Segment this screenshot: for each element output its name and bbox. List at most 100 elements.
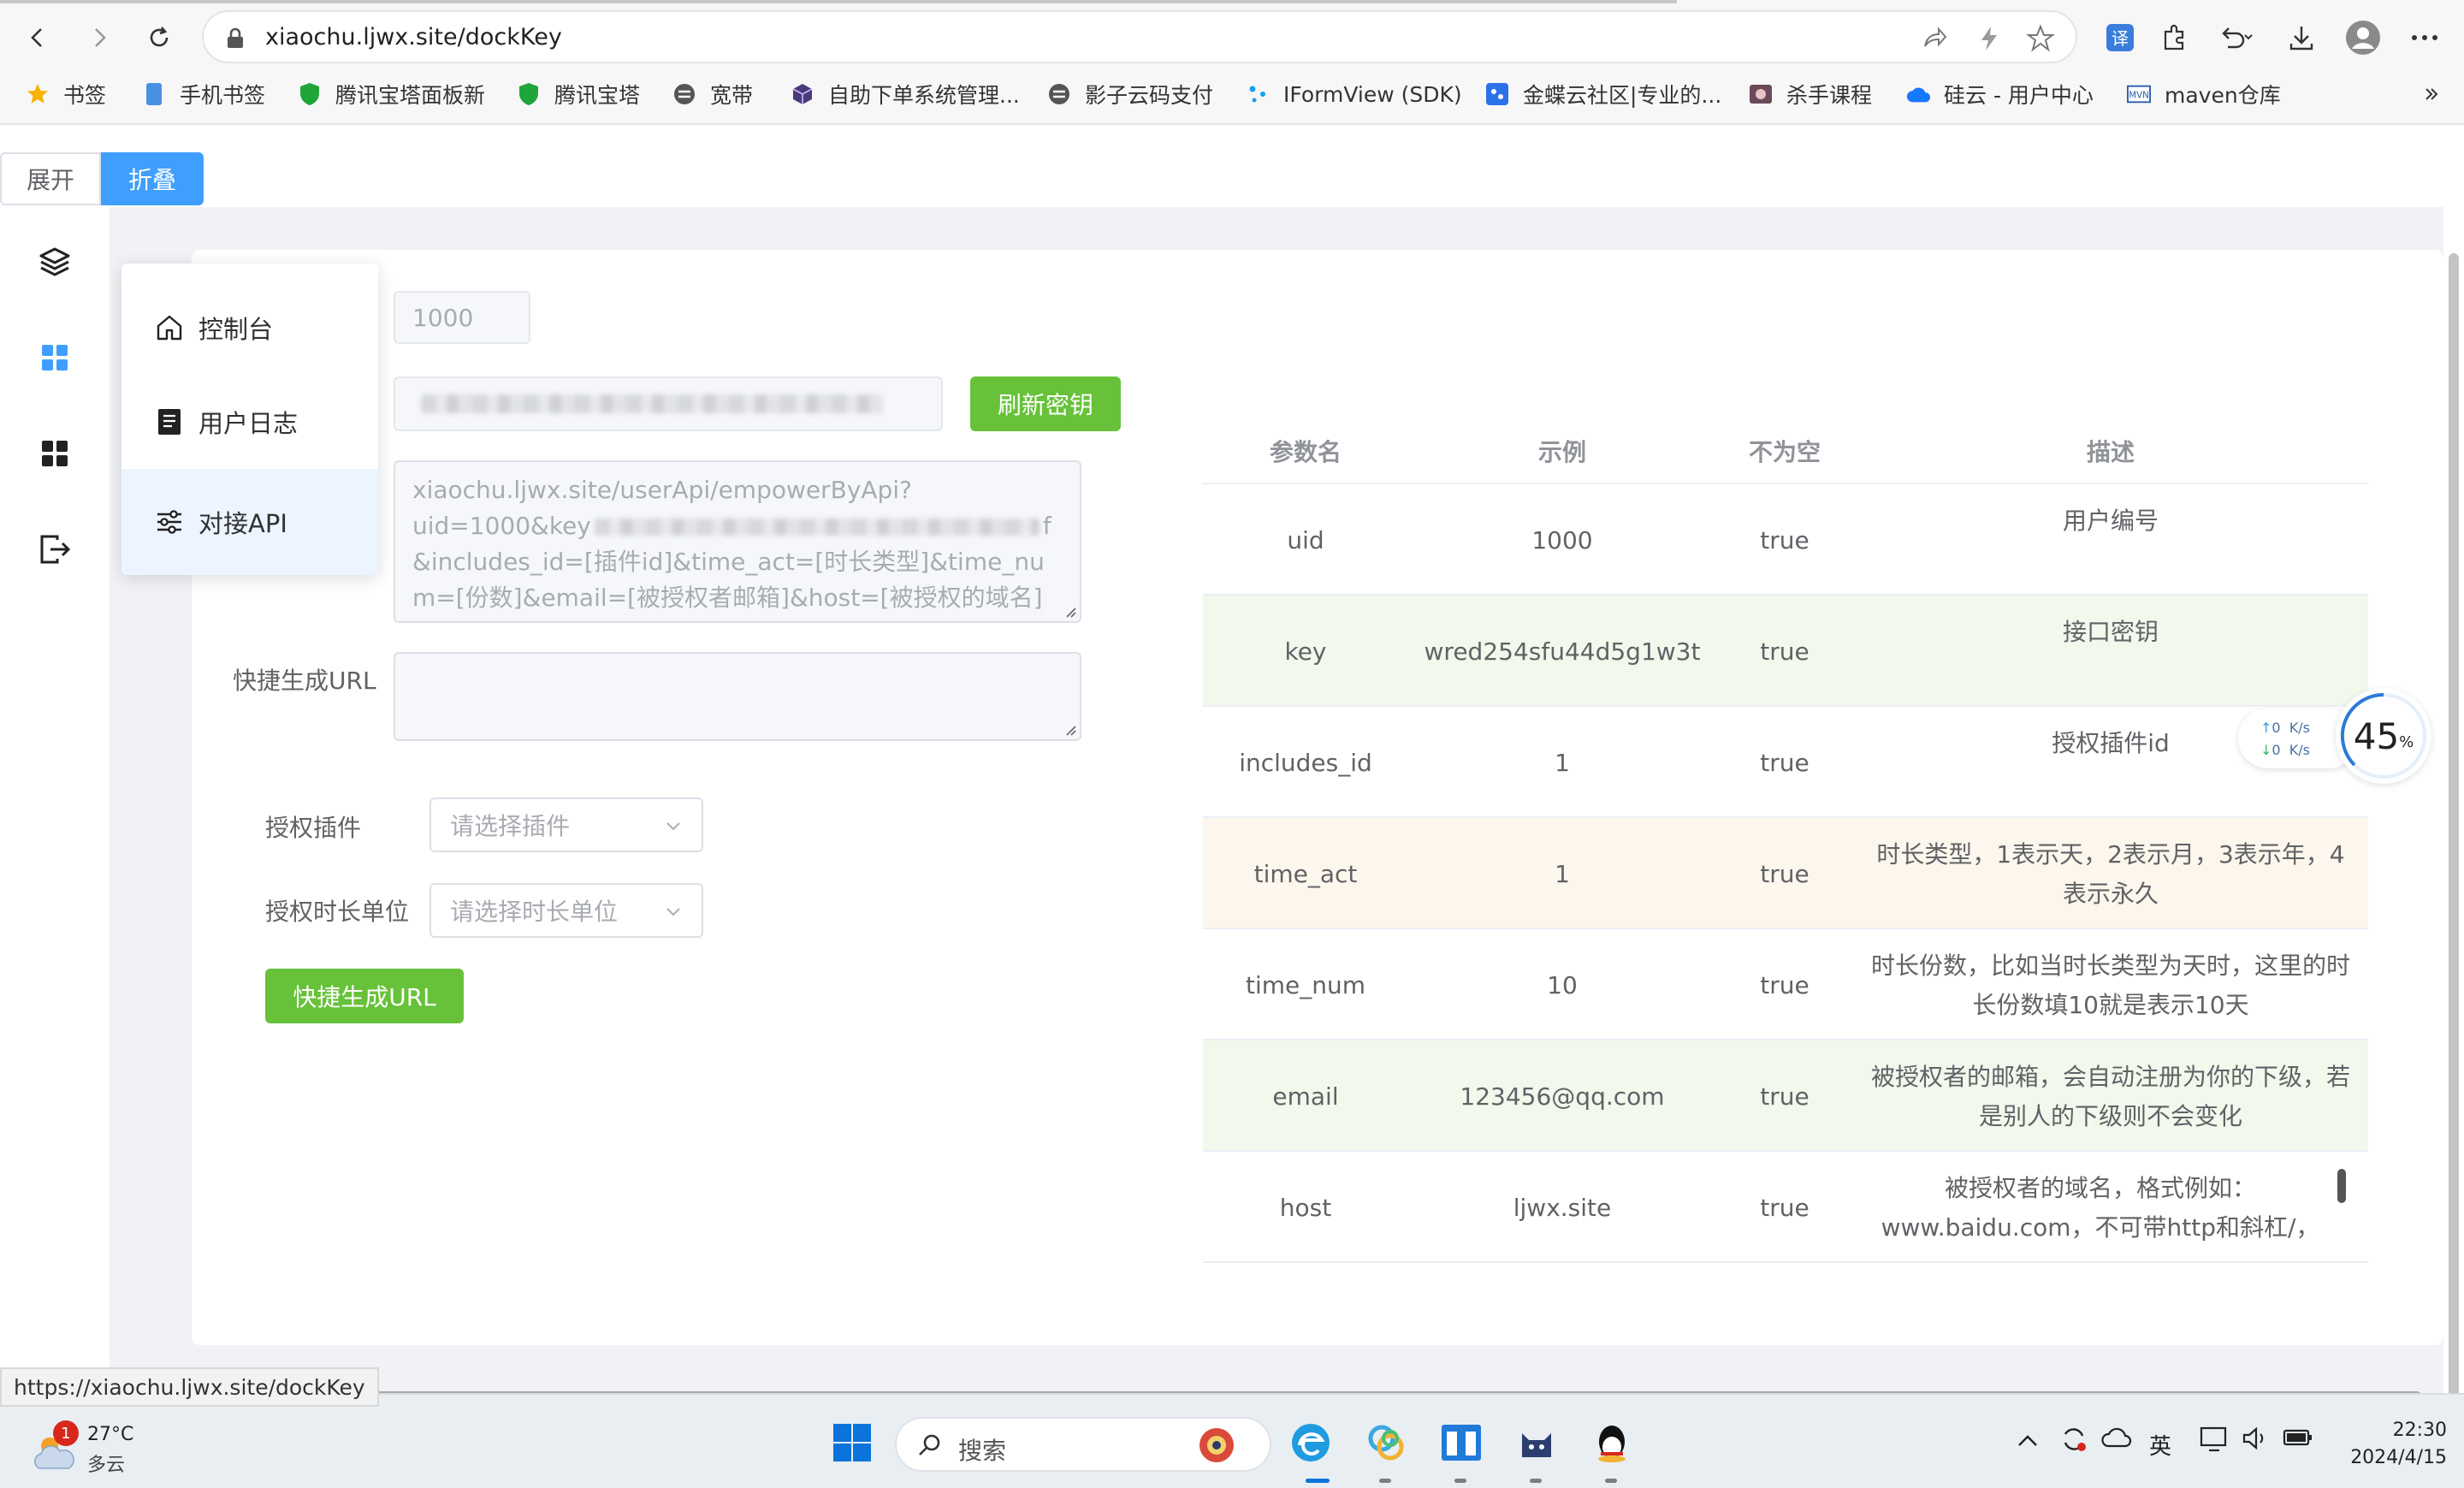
weather-widget[interactable]: 1 27°C 多云 — [31, 1420, 168, 1480]
bookmark-item[interactable]: 杀手课程 — [1749, 75, 1872, 113]
sync-icon[interactable] — [2058, 1424, 2089, 1461]
bookmark-item[interactable]: 硅云 - 用户中心 — [1906, 75, 2094, 113]
vertical-scrollbar[interactable] — [2449, 253, 2459, 1468]
qq-icon[interactable] — [1586, 1417, 1638, 1468]
cell-desc: 时长类型，1表示天，2表示月，3表示年，4表示永久 — [1876, 840, 2345, 908]
edge-browser-icon[interactable] — [1285, 1417, 1336, 1468]
memory-usage-gauge: 45% — [2336, 688, 2431, 784]
grid-blue-icon[interactable] — [34, 337, 75, 378]
search-icon — [919, 1434, 940, 1455]
bookmark-item[interactable]: 腾讯宝塔 — [517, 75, 640, 113]
resize-handle-icon[interactable] — [1063, 722, 1076, 736]
tray-overflow-icon[interactable] — [2016, 1429, 2040, 1455]
table-header: 参数名 示例 不为空 描述 — [1203, 418, 2368, 484]
menu-item-api[interactable]: 对接API — [121, 469, 378, 575]
plugin-label: 授权插件 — [265, 814, 362, 842]
resize-handle-icon[interactable] — [1063, 604, 1076, 618]
translate-icon[interactable]: 译 — [2098, 15, 2142, 60]
battery-icon[interactable] — [2283, 1427, 2313, 1454]
profile-avatar-icon[interactable] — [2341, 15, 2385, 60]
status-bar-url: https://xiaochu.ljwx.site/dockKey — [0, 1367, 379, 1407]
bookmark-item[interactable]: IFormView (SDK) — [1246, 75, 1462, 113]
bookmark-item[interactable]: 手机书签 — [142, 75, 265, 113]
lightning-icon[interactable] — [1975, 24, 2004, 53]
browser-toolbar: xiaochu.ljwx.site/dockKey 译 书签 手机书签 腾讯宝塔… — [0, 0, 2464, 125]
cell-scrollbar[interactable] — [2337, 1169, 2346, 1203]
reload-icon[interactable] — [137, 15, 181, 60]
table-row: email 123456@qq.com true 被授权者的邮箱，会自动注册为你… — [1203, 1040, 2368, 1152]
back-icon[interactable] — [15, 15, 60, 60]
menu-item-dashboard[interactable]: 控制台 — [121, 281, 378, 375]
bookmark-item[interactable]: 书签 — [26, 75, 106, 113]
bookmark-item[interactable]: 宽带 — [672, 75, 753, 113]
cell-not-null: true — [1760, 748, 1810, 777]
browser-app-icon[interactable] — [1360, 1417, 1412, 1468]
weather-description: 多云 — [87, 1455, 126, 1476]
extensions-icon[interactable] — [2153, 15, 2197, 60]
running-indicator — [1605, 1479, 1617, 1483]
collapse-button[interactable]: 折叠 — [101, 152, 204, 205]
api-url-params: includes_id=[插件id]&time_act=[时长类型]&time_… — [412, 548, 1045, 612]
cube-icon — [791, 82, 814, 106]
layers-icon[interactable] — [34, 241, 75, 282]
expand-button[interactable]: 展开 — [0, 152, 101, 205]
cell-not-null: true — [1760, 637, 1810, 666]
system-clock[interactable]: 22:30 2024/4/15 — [2327, 1417, 2447, 1472]
bookmark-item[interactable]: MVN maven仓库 — [2127, 75, 2281, 113]
cell-desc: 时长份数，比如当时长类型为天时，这里的时长份数填10就是表示10天 — [1870, 951, 2350, 1019]
address-bar[interactable]: xiaochu.ljwx.site/dockKey — [202, 10, 2077, 63]
quick-url-textarea[interactable] — [394, 652, 1081, 741]
cell-example: 1000 — [1531, 525, 1593, 554]
svg-text:译: 译 — [2112, 28, 2129, 49]
bookmark-item[interactable]: 腾讯宝塔面板新 — [298, 75, 485, 113]
history-back-icon[interactable] — [2214, 15, 2259, 60]
cell-not-null: true — [1760, 1193, 1810, 1222]
header-not-null: 不为空 — [1748, 438, 1821, 466]
lock-icon[interactable] — [226, 27, 245, 53]
table-row: key wred254sfu44d5g1w3t true 接口密钥 — [1203, 596, 2368, 707]
download-icon[interactable] — [2279, 15, 2324, 60]
more-menu-icon[interactable] — [2402, 15, 2447, 60]
windows-start-icon[interactable] — [826, 1417, 878, 1468]
taskbar-search[interactable]: 搜索 — [895, 1417, 1271, 1472]
onedrive-icon[interactable] — [2101, 1426, 2132, 1455]
api-url-textarea[interactable]: xiaochu.ljwx.site/userApi/empowerByApi? … — [394, 460, 1081, 623]
cat-app-icon[interactable] — [1511, 1417, 1562, 1468]
bookmarks-overflow-icon[interactable] — [2423, 75, 2440, 113]
grid-icon[interactable] — [34, 433, 75, 474]
sliders-icon — [154, 507, 185, 537]
volume-icon[interactable] — [2242, 1426, 2269, 1457]
duration-unit-select[interactable]: 请选择时长单位 — [429, 883, 703, 938]
app-window-icon[interactable] — [1436, 1417, 1487, 1468]
share-icon[interactable] — [1920, 24, 1949, 53]
cell-name: key — [1284, 637, 1327, 666]
redacted-key — [421, 394, 883, 413]
network-icon[interactable] — [2199, 1426, 2230, 1459]
notification-badge: 1 — [53, 1420, 79, 1446]
refresh-key-button[interactable]: 刷新密钥 — [970, 376, 1121, 431]
favorite-star-icon[interactable] — [2026, 24, 2055, 53]
cell-example: 1 — [1555, 859, 1570, 888]
table-row: uid 1000 true 用户编号 — [1203, 484, 2368, 596]
ime-indicator[interactable]: 英 — [2149, 1429, 2171, 1461]
key-input[interactable] — [394, 376, 943, 431]
bookmark-item[interactable]: 自助下单系统管理... — [791, 75, 1020, 113]
uid-input[interactable]: 1000 — [394, 291, 530, 344]
bookmark-item[interactable]: 金蝶云社区|专业的... — [1485, 75, 1721, 113]
collapsed-sidebar — [0, 207, 110, 1393]
generate-url-button[interactable]: 快捷生成URL — [265, 969, 464, 1023]
sidebar-toggle-group: 展开 折叠 — [0, 152, 204, 205]
menu-item-user-log[interactable]: 用户日志 — [121, 375, 378, 469]
bookmarks-bar: 书签 手机书签 腾讯宝塔面板新 腾讯宝塔 宽带 自助下单系统管理... 影子云码… — [0, 75, 2464, 113]
plugin-select[interactable]: 请选择插件 — [429, 797, 703, 852]
shield-icon — [517, 82, 541, 106]
cell-example: 1 — [1555, 748, 1570, 777]
logout-icon[interactable] — [34, 529, 75, 570]
cell-name: host — [1279, 1193, 1332, 1222]
bookmark-item[interactable]: 影子云码支付 — [1047, 75, 1213, 113]
forward-icon[interactable] — [77, 15, 121, 60]
network-speed-widget[interactable]: ↑0 K/s ↓0 K/s 45% — [2238, 688, 2431, 784]
url-text[interactable]: xiaochu.ljwx.site/dockKey — [265, 24, 562, 50]
cell-name: uid — [1287, 525, 1324, 554]
header-desc: 描述 — [2086, 438, 2135, 466]
